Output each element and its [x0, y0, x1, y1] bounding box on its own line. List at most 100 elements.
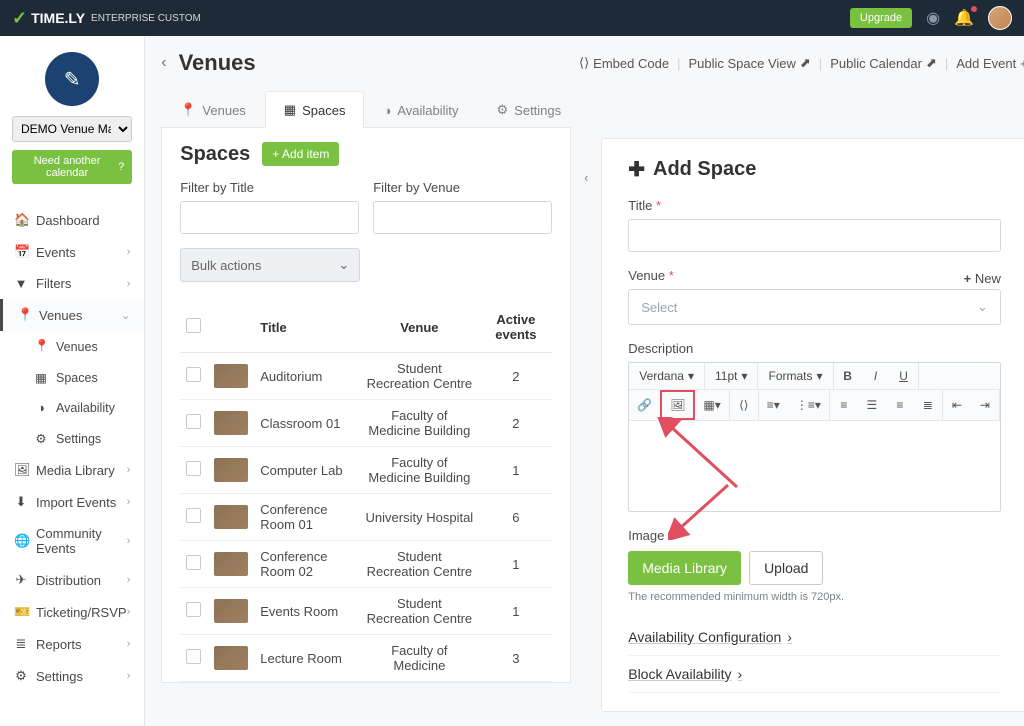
- bell-icon[interactable]: 🔔: [954, 8, 974, 28]
- align-center-button[interactable]: ☰: [858, 392, 886, 418]
- editor-textarea[interactable]: [629, 421, 1000, 511]
- availability-config-link[interactable]: Availability Configuration ›: [628, 619, 1001, 656]
- subnav-spaces[interactable]: ▦Spaces: [0, 362, 144, 393]
- add-event-link[interactable]: Add Event +: [956, 56, 1024, 71]
- home-icon: 🏠: [14, 212, 28, 228]
- table-row[interactable]: Computer Lab Faculty of Medicine Buildin…: [180, 447, 552, 494]
- filter-title-input[interactable]: [180, 201, 359, 234]
- col-venue[interactable]: Venue: [359, 302, 479, 353]
- table-row[interactable]: Lecture Room Faculty of Medicine 3: [180, 635, 552, 682]
- size-select[interactable]: 11pt ▾: [705, 363, 758, 389]
- nav-filters[interactable]: ▼Filters›: [0, 268, 144, 299]
- grid-icon: ▦: [284, 102, 296, 118]
- row-checkbox[interactable]: [186, 555, 201, 570]
- align-left-button[interactable]: ≡: [830, 392, 858, 418]
- back-chevron-icon[interactable]: ‹: [161, 54, 166, 72]
- subnav-settings[interactable]: ⚙Settings: [0, 423, 144, 454]
- subnav-venues[interactable]: 📍Venues: [0, 331, 144, 362]
- new-venue-link[interactable]: + New: [964, 271, 1001, 286]
- gear-icon: ⚙: [14, 668, 28, 684]
- tab-availability[interactable]: ◑Availability: [364, 91, 477, 128]
- nav-distribution[interactable]: ✈Distribution›: [0, 564, 144, 596]
- formats-select[interactable]: Formats ▾: [758, 363, 832, 389]
- tab-spaces[interactable]: ▦Spaces: [265, 91, 365, 128]
- col-title[interactable]: Title: [254, 302, 359, 353]
- brand-name: TIME.LY: [31, 10, 85, 26]
- nav-venues[interactable]: 📍Venues⌄: [0, 299, 144, 331]
- brand-sub: ENTERPRISE CUSTOM: [91, 13, 201, 24]
- underline-button[interactable]: U: [890, 363, 918, 389]
- nav-community[interactable]: 🌐Community Events›: [0, 518, 144, 564]
- public-space-link[interactable]: Public Space View ⬈: [688, 55, 810, 71]
- nav-dashboard[interactable]: 🏠Dashboard: [0, 204, 144, 236]
- row-checkbox[interactable]: [186, 508, 201, 523]
- nav-media[interactable]: 🖼Media Library›: [0, 454, 144, 486]
- title-input[interactable]: [628, 219, 1001, 252]
- ol-button[interactable]: ≡▾: [759, 392, 788, 418]
- avatar[interactable]: [988, 6, 1012, 30]
- need-calendar-button[interactable]: Need another calendar ?: [12, 150, 132, 184]
- add-item-button[interactable]: + Add item: [262, 142, 339, 166]
- list-icon: ≣: [14, 636, 28, 652]
- ul-button[interactable]: ⋮≡▾: [788, 392, 829, 418]
- calendar-selector[interactable]: DEMO Venue Management: [12, 116, 132, 142]
- align-justify-button[interactable]: ≣: [914, 392, 942, 418]
- caret-icon: ▾: [741, 369, 747, 383]
- table-button[interactable]: ▦▾: [695, 392, 728, 418]
- upgrade-button[interactable]: Upgrade: [850, 8, 912, 28]
- thumbnail: [214, 411, 248, 435]
- help-icon[interactable]: ◉: [926, 8, 940, 28]
- filter-venue-input[interactable]: [373, 201, 552, 234]
- row-title: Events Room: [254, 588, 359, 635]
- profile-badge[interactable]: ✎: [45, 52, 99, 106]
- chevron-down-icon: ⌄: [338, 257, 349, 273]
- page-title: Venues: [179, 50, 256, 76]
- nav-reports[interactable]: ≣Reports›: [0, 628, 144, 660]
- code-button[interactable]: ⟨⟩: [730, 392, 758, 418]
- bulk-actions-select[interactable]: Bulk actions⌄: [180, 248, 360, 282]
- nav-ticketing[interactable]: 🎫Ticketing/RSVP›: [0, 596, 144, 628]
- thumbnail: [214, 505, 248, 529]
- row-checkbox[interactable]: [186, 649, 201, 664]
- table-row[interactable]: Auditorium Student Recreation Centre 2: [180, 353, 552, 400]
- sidebar: ✎ DEMO Venue Management Need another cal…: [0, 36, 145, 726]
- send-icon: ✈: [14, 572, 28, 588]
- grid-icon: ▦: [34, 370, 48, 385]
- nav-events[interactable]: 📅Events›: [0, 236, 144, 268]
- row-title: Auditorium: [254, 353, 359, 400]
- indent-button[interactable]: ⇥: [971, 392, 999, 418]
- embed-code-link[interactable]: ⟨⟩ Embed Code: [579, 55, 669, 71]
- description-label: Description: [628, 341, 1001, 356]
- subnav-availability[interactable]: ◑Availability: [0, 393, 144, 423]
- tab-venues[interactable]: 📍Venues: [161, 91, 265, 128]
- bold-button[interactable]: B: [834, 363, 862, 389]
- row-checkbox[interactable]: [186, 414, 201, 429]
- tab-settings[interactable]: ⚙Settings: [478, 91, 581, 128]
- align-right-button[interactable]: ≡: [886, 392, 914, 418]
- table-row[interactable]: Conference Room 02 Student Recreation Ce…: [180, 541, 552, 588]
- select-all-checkbox[interactable]: [186, 318, 201, 333]
- col-active[interactable]: Active events: [479, 302, 552, 353]
- table-row[interactable]: Classroom 01 Faculty of Medicine Buildin…: [180, 400, 552, 447]
- upload-button[interactable]: Upload: [749, 551, 823, 585]
- table-row[interactable]: Events Room Student Recreation Centre 1: [180, 588, 552, 635]
- italic-button[interactable]: I: [862, 363, 890, 389]
- row-checkbox[interactable]: [186, 367, 201, 382]
- link-button[interactable]: 🔗: [629, 392, 660, 418]
- row-checkbox[interactable]: [186, 602, 201, 617]
- nav-import[interactable]: ⬇Import Events›: [0, 486, 144, 518]
- public-calendar-link[interactable]: Public Calendar ⬈: [830, 55, 937, 71]
- insert-image-button[interactable]: 🖼: [660, 390, 695, 420]
- nav-settings[interactable]: ⚙Settings›: [0, 660, 144, 692]
- media-library-button[interactable]: Media Library: [628, 551, 741, 585]
- table-row[interactable]: Conference Room 01 University Hospital 6: [180, 494, 552, 541]
- brand-logo[interactable]: ✓ TIME.LY ENTERPRISE CUSTOM: [12, 8, 201, 29]
- venue-select[interactable]: Select⌄: [628, 289, 1001, 325]
- block-availability-link[interactable]: Block Availability ›: [628, 656, 1001, 693]
- row-checkbox[interactable]: [186, 461, 201, 476]
- thumbnail: [214, 646, 248, 670]
- outdent-button[interactable]: ⇤: [943, 392, 971, 418]
- collapse-handle[interactable]: ‹: [584, 170, 588, 185]
- row-events: 1: [479, 447, 552, 494]
- font-select[interactable]: Verdana ▾: [629, 363, 704, 389]
